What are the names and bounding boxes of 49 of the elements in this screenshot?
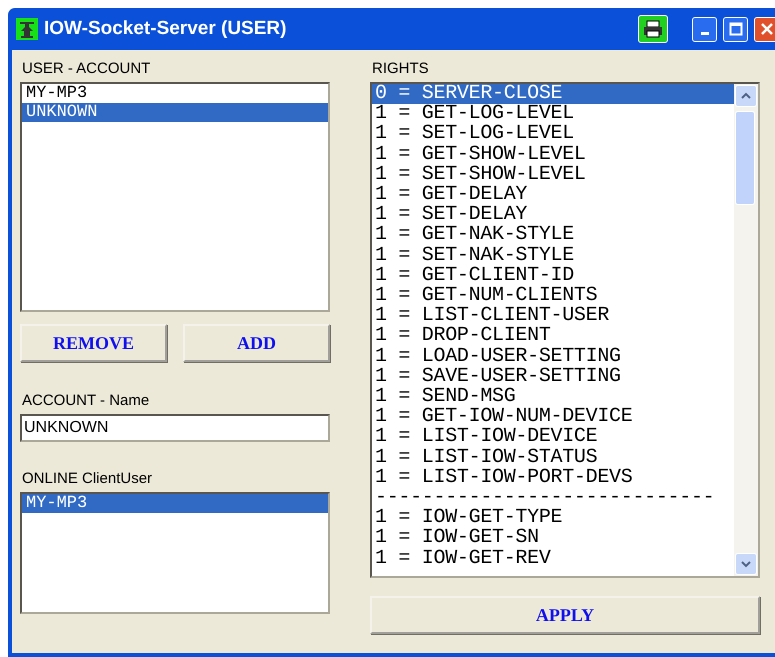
list-item[interactable]: 1 = SAVE-USER-SETTING	[372, 366, 734, 388]
list-item[interactable]: 1 = SET-NAK-STYLE	[372, 246, 734, 266]
list-item[interactable]: 1 = IOW-GET-SN	[372, 528, 734, 549]
list-item[interactable]: 1 = LOAD-USER-SETTING	[372, 346, 734, 367]
minimize-icon	[700, 32, 708, 35]
scrollbar-thumb[interactable]	[735, 111, 755, 205]
list-item[interactable]: 1 = LIST-IOW-DEVICE	[372, 427, 734, 448]
rights-list[interactable]	[370, 82, 760, 578]
account-list[interactable]: MY-MP3 UNKNOWN	[20, 82, 330, 312]
close-icon	[760, 22, 774, 36]
name-field[interactable]: UNKNOWN	[20, 414, 330, 442]
action-button[interactable]: REMOVE	[20, 324, 167, 362]
app-icon	[16, 18, 38, 40]
list-item[interactable]: 1 = SET-SHOW-LEVEL	[372, 164, 734, 186]
list-item[interactable]: 1 = LIST-IOW-STATUS	[372, 448, 734, 468]
maximize-icon	[728, 22, 742, 36]
online-list[interactable]: MY-MP3	[20, 492, 330, 614]
maximize-button[interactable]	[723, 16, 748, 42]
list-item[interactable]: 1 = GET-SHOW-LEVEL	[372, 144, 734, 165]
separator-line: -----------------------------	[374, 488, 716, 508]
list-item[interactable]: 0 = SERVER-CLOSE	[372, 84, 734, 104]
list-item[interactable]: 1 = SET-LOG-LEVEL	[372, 124, 734, 145]
list-item[interactable]: 1 = GET-NUM-CLIENTS	[372, 286, 734, 306]
list-label: RIGHTS	[372, 60, 430, 77]
printer-icon[interactable]	[638, 15, 668, 43]
list-item[interactable]: 1 = IOW-GET-REV	[372, 548, 734, 569]
list-item[interactable]: 1 = DROP-CLIENT	[372, 326, 734, 347]
list-item[interactable]: UNKNOWN	[22, 103, 328, 122]
list-item[interactable]: 1 = GET-DELAY	[372, 185, 734, 206]
list-item[interactable]: 1 = LIST-CLIENT-USER	[372, 306, 734, 326]
apply-button[interactable]: APPLY	[370, 596, 760, 634]
list-item[interactable]: MY-MP3	[22, 84, 328, 103]
list-item[interactable]: 1 = GET-IOW-NUM-DEVICE	[372, 407, 734, 428]
scrollbar[interactable]	[734, 84, 758, 576]
field-label: ACCOUNT - Name	[22, 392, 150, 409]
list-item[interactable]: 1 = GET-NAK-STYLE	[372, 225, 734, 246]
list-item[interactable]: 1 = IOW-GET-TYPE	[372, 508, 734, 528]
list-item[interactable]: MY-MP3	[22, 494, 328, 513]
list-item[interactable]: 1 = SET-DELAY	[372, 205, 734, 226]
list-item[interactable]: 1 = GET-LOG-LEVEL	[372, 104, 734, 124]
list-item[interactable]: 1 = GET-CLIENT-ID	[372, 266, 734, 286]
list-label: USER - ACCOUNT	[22, 60, 152, 77]
list-label: ONLINE ClientUser	[22, 470, 154, 487]
action-button[interactable]: ADD	[183, 324, 330, 362]
list-item[interactable]: 1 = SEND-MSG	[372, 387, 734, 408]
minimize-button[interactable]	[692, 16, 717, 42]
list-item[interactable]: 1 = LIST-IOW-PORT-DEVS	[372, 468, 734, 488]
close-button[interactable]	[754, 16, 775, 42]
window-title: IOW-Socket-Server (USER)	[44, 18, 288, 40]
